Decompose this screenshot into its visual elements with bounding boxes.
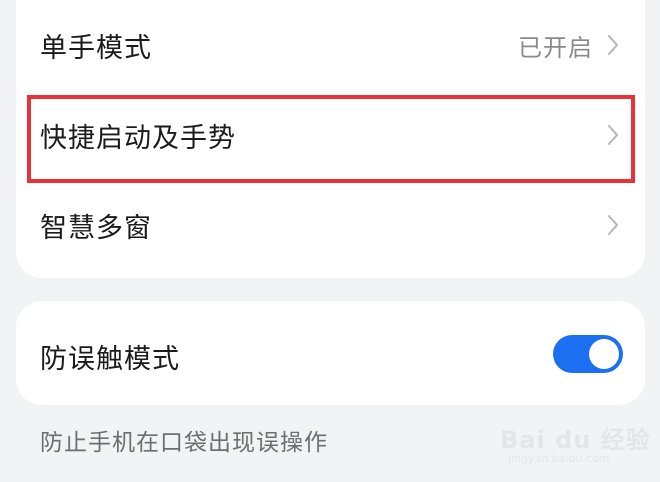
accidental-touch-toggle[interactable] <box>553 335 623 373</box>
one-handed-mode-status: 已开启 <box>518 33 593 62</box>
accidental-touch-label: 防误触模式 <box>40 344 180 375</box>
smart-multi-window-label: 智慧多窗 <box>40 212 152 244</box>
chevron-right-icon <box>608 35 618 55</box>
chevron-right-icon <box>608 215 618 235</box>
accidental-touch-row: 防误触模式 <box>16 301 645 405</box>
smart-multi-window-item[interactable]: 智慧多窗 <box>16 180 645 270</box>
settings-card: 单手模式 已开启 快捷启动及手势 智慧多窗 <box>16 0 645 278</box>
watermark-text: Bai du 经验 <box>500 426 651 454</box>
quick-launch-gestures-label: 快捷启动及手势 <box>40 122 236 154</box>
baidu-watermark: Bai du 经验 jingyan.baidu.com <box>500 420 650 468</box>
accidental-touch-description: 防止手机在口袋出现误操作 <box>40 430 328 456</box>
toggle-knob <box>589 339 619 369</box>
accidental-touch-card: 防误触模式 <box>16 301 645 405</box>
chevron-right-icon <box>608 125 618 145</box>
one-handed-mode-item[interactable]: 单手模式 已开启 <box>16 0 645 90</box>
one-handed-mode-label: 单手模式 <box>40 32 152 64</box>
watermark-subtext: jingyan.baidu.com <box>508 452 610 465</box>
quick-launch-gestures-item[interactable]: 快捷启动及手势 <box>16 90 645 180</box>
